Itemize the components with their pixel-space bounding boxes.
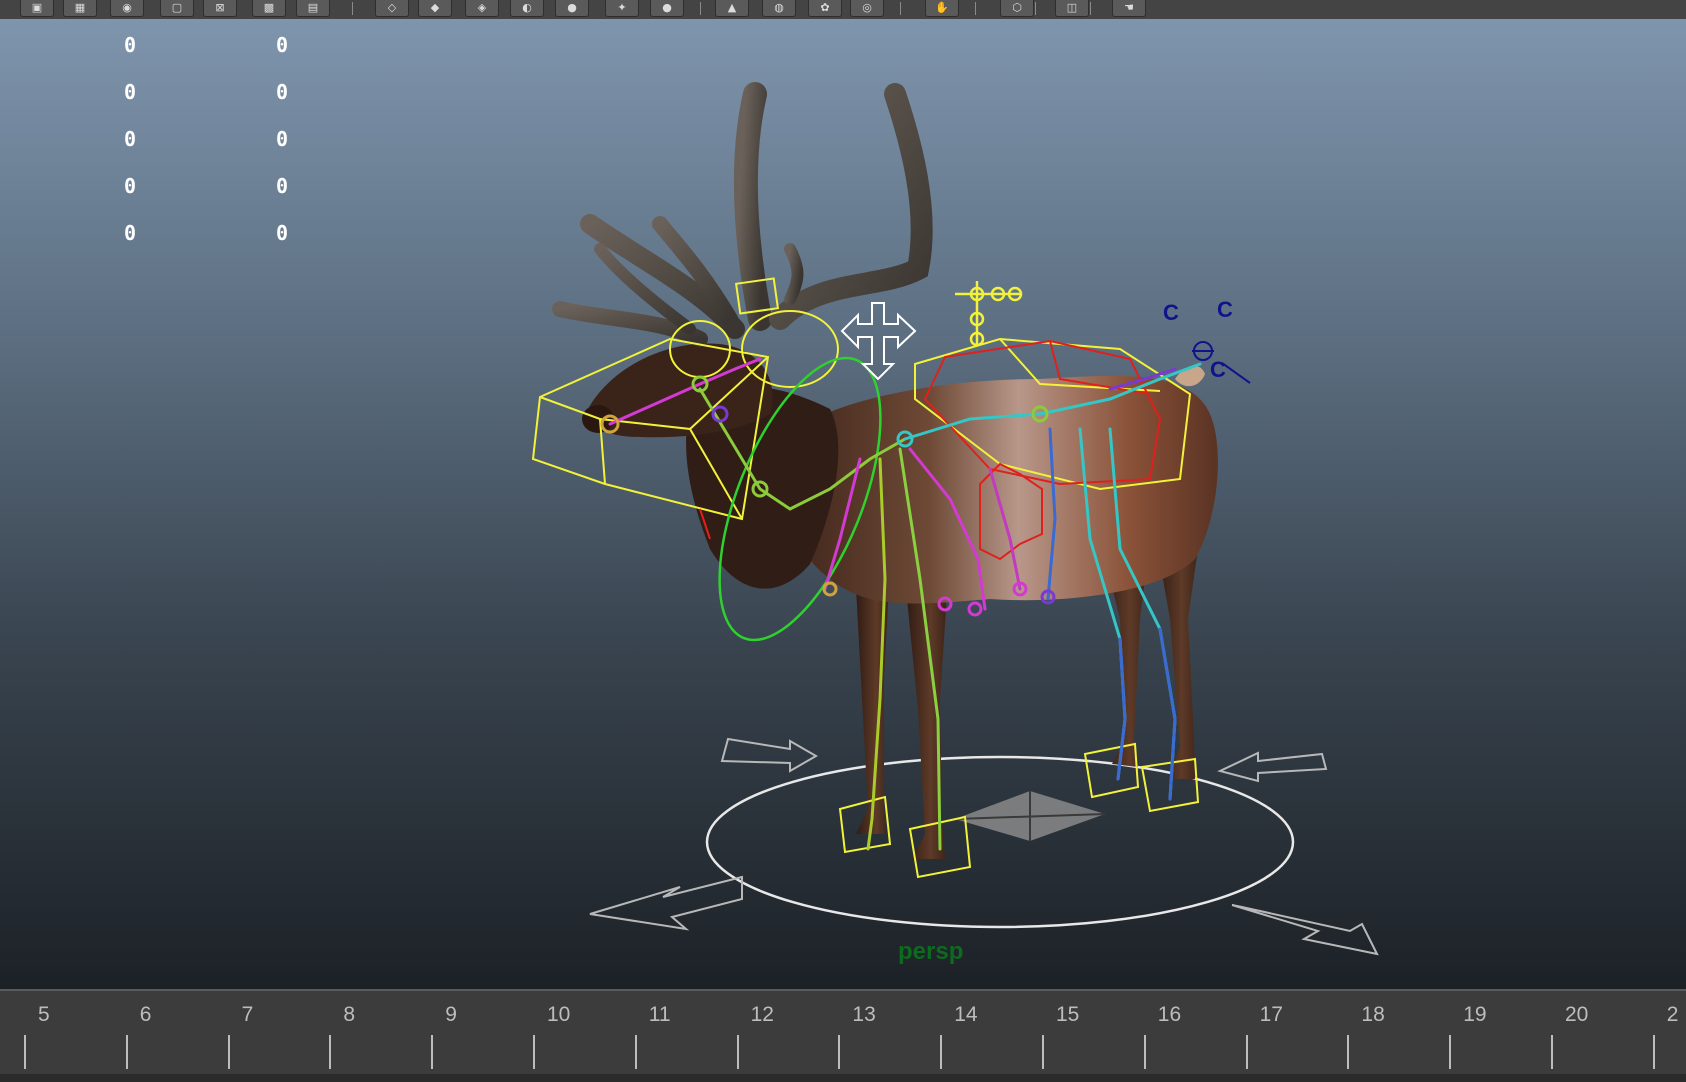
shadows-icon: ● [662,1,672,14]
frame-number-label: 20 [1565,1003,1589,1026]
camera-icon: ◉ [122,1,132,14]
frame-number-label: 7 [241,1003,254,1026]
frame-tick [1245,1035,1248,1069]
frame-tick [736,1035,739,1069]
isolate-select-button[interactable]: ✋ [925,0,959,17]
all-lights-button[interactable]: ✦ [605,0,639,17]
ambient-occlusion-button[interactable]: ✿ [808,0,842,17]
camera-name-label: persp [898,938,964,965]
wireframe-button[interactable]: ◇ [375,0,409,17]
safe-action-button[interactable]: ▤ [296,0,330,17]
time-slider[interactable]: 5 6 7 8 9 10 11 12 13 14 15 16 17 18 19 20 2 [0,989,1686,1082]
all-lights-icon: ✦ [617,1,627,14]
frame-number-label: 10 [547,1003,571,1026]
grid-icon: ▦ [74,1,86,14]
frame-tick [1652,1035,1655,1069]
anti-alias-button[interactable]: ◎ [850,0,884,17]
field-chart-icon: ▩ [263,1,275,14]
frame-tick [24,1035,26,1069]
wireframe-on-shaded-button[interactable]: ◈ [465,0,499,17]
hand-button[interactable]: ☚ [1112,0,1146,17]
master-control-ring[interactable] [705,755,1295,929]
perspective-viewport[interactable]: 0000000000 C C C persp [0,19,1686,989]
toolbar-separator [700,2,701,15]
high-quality-button[interactable]: ◍ [762,0,796,17]
default-light-button[interactable]: ● [555,0,589,17]
ground-origin-marker [954,791,1106,841]
textured-button[interactable]: ▲ [715,0,749,17]
high-quality-icon: ◍ [774,1,784,14]
frame-number-label: 19 [1463,1003,1487,1026]
anti-alias-icon: ◎ [862,1,872,14]
frame-number-label: 14 [954,1003,978,1026]
ambient-occlusion-icon: ✿ [820,1,830,14]
frame-number-label: 8 [343,1003,356,1026]
frame-number-label: 9 [445,1003,457,1026]
xray-button[interactable]: ◐ [510,0,544,17]
viewport-toolbar: ▣ ▦ ◉ ▢ ⊠ ▩ ▤ ◇ ◆ ◈ ◐ ● ✦ ● ▲ ◍ ✿ ◎ ✋ ⬡ ◫ ☚ [0,0,1686,20]
toolbar-separator [1090,2,1091,15]
frame-tick [634,1035,637,1069]
reindeer-antlers [552,82,933,347]
frame-tick [838,1035,841,1069]
textured-icon: ▲ [727,1,737,14]
frame-number-label: 6 [139,1003,152,1026]
frame-tick [1347,1035,1350,1069]
isolate-select-icon: ✋ [935,1,949,14]
frame-number-label: 5 [38,1003,50,1026]
frame-tick [1042,1035,1044,1069]
hand-icon: ☚ [1124,1,1134,14]
control-label-c2: C [1217,297,1233,322]
frame-number-label: 13 [852,1003,876,1026]
frame-tick [1551,1035,1553,1069]
frame-number-label: 17 [1259,1003,1283,1026]
reindeer-mesh [582,343,1218,859]
toolbar-separator [975,2,976,15]
select-icon: ▣ [31,1,43,14]
frame-tick [125,1035,128,1069]
camera-button[interactable]: ◉ [110,0,144,17]
move-manipulator[interactable] [840,302,917,381]
frame-number-label: 11 [648,1003,671,1026]
toolbar-separator [352,2,353,15]
default-light-icon: ● [567,1,577,14]
select-button[interactable]: ▣ [20,0,54,17]
control-label-c3: C [1210,357,1226,382]
resolution-gate-icon: ⊠ [215,1,225,14]
film-gate-button[interactable]: ▢ [160,0,194,17]
smooth-shade-button[interactable]: ◆ [418,0,452,17]
frame-tick [1143,1035,1146,1069]
film-gate-icon: ▢ [171,1,183,14]
frame-number-label: 12 [750,1003,774,1026]
resolution-gate-button[interactable]: ⊠ [203,0,237,17]
time-slider-bottom-bar [0,1074,1686,1082]
smooth-shade-icon: ◆ [430,1,440,14]
wireframe-on-shaded-icon: ◈ [477,1,487,14]
frame-tick [227,1035,230,1069]
frame-number-label: 18 [1361,1003,1385,1026]
xray-joints-icon: ⬡ [1012,1,1022,14]
xray-joints-button[interactable]: ⬡ [1000,0,1034,17]
toolbar-separator [900,2,901,15]
cube-icon: ◫ [1066,1,1078,14]
safe-action-icon: ▤ [307,1,319,14]
shadows-button[interactable]: ● [650,0,684,17]
scene-view[interactable]: C C C [0,19,1686,989]
field-chart-button[interactable]: ▩ [252,0,286,17]
wireframe-icon: ◇ [387,1,397,14]
cube-button[interactable]: ◫ [1055,0,1089,17]
frame-tick [1449,1035,1452,1069]
toolbar-separator [1035,2,1036,15]
frame-number-label: 15 [1056,1003,1080,1026]
frame-tick [329,1035,332,1069]
frame-tick [533,1035,535,1069]
frame-number-label: 2 [1666,1003,1679,1026]
frame-number-label: 16 [1157,1003,1182,1026]
xray-icon: ◐ [522,1,532,14]
control-label-c1: C [1163,300,1179,325]
grid-button[interactable]: ▦ [63,0,97,17]
frame-tick [431,1035,434,1069]
spline-control-labels: C C C [1163,297,1251,384]
frame-tick [940,1035,943,1069]
